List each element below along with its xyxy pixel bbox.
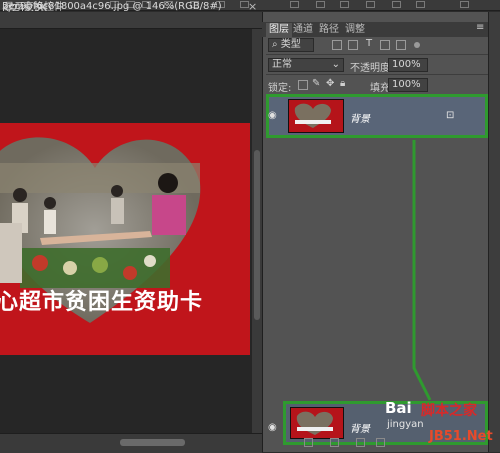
auto-align-icon[interactable] <box>290 1 299 8</box>
fill-input[interactable]: 100% <box>388 78 428 92</box>
tab-adjustments[interactable]: 调整 <box>342 23 368 37</box>
annotation-arrow-line <box>412 140 432 401</box>
image-caption: 心超市贫困生资助卡 <box>0 289 204 315</box>
filter-shape-icon[interactable] <box>380 40 390 50</box>
chevron-down-icon: ⌄ <box>331 59 340 70</box>
3d-rotate-icon[interactable] <box>340 1 349 8</box>
fill-value: 100% <box>392 79 421 90</box>
3d-scale-icon[interactable] <box>460 1 469 8</box>
opacity-input[interactable]: 100% <box>388 58 428 72</box>
filter-smart-object-icon[interactable] <box>396 40 406 50</box>
lock-icon: ⊡ <box>446 110 455 121</box>
market-heart-image <box>0 123 250 355</box>
3d-pan-icon[interactable] <box>392 1 401 8</box>
lock-all-icon[interactable]: 🔒︎ <box>340 78 345 89</box>
new-adjustment-icon[interactable] <box>376 438 385 447</box>
filter-kind-value: 类型 <box>280 39 301 50</box>
filter-kind-select[interactable]: ⌕ 类型 <box>268 38 314 52</box>
thumbnail-image <box>289 100 343 132</box>
eye-icon[interactable]: ◉ <box>268 110 277 121</box>
lock-position-icon[interactable]: ✥ <box>326 78 334 89</box>
thumbnail-image <box>291 408 343 438</box>
lock-transparent-icon[interactable] <box>298 80 308 90</box>
eye-icon[interactable]: ◉ <box>268 422 277 433</box>
add-mask-icon[interactable] <box>356 438 365 447</box>
add-style-icon[interactable] <box>330 438 339 447</box>
filter-pixel-icon[interactable] <box>332 40 342 50</box>
layer-thumbnail <box>290 407 344 439</box>
side-panel-strip <box>488 12 500 452</box>
layer-name[interactable]: 背景 <box>350 420 370 435</box>
tab-layers[interactable]: 图层 <box>266 23 292 37</box>
filter-type-icon[interactable]: T <box>366 38 372 49</box>
layers-panel <box>262 12 500 452</box>
layer-name[interactable]: 背景 <box>350 110 370 125</box>
blend-mode-select[interactable]: 正常 ⌄ <box>268 58 344 72</box>
3d-roll-icon[interactable] <box>366 1 375 8</box>
tab-channels[interactable]: 通道 <box>290 23 316 37</box>
filter-toggle-icon[interactable] <box>414 42 420 48</box>
lock-label: 锁定: <box>268 83 292 94</box>
divider <box>266 54 488 55</box>
document-tab[interactable] <box>0 12 262 29</box>
close-tab-icon[interactable]: × <box>248 0 257 13</box>
blend-mode-value: 正常 <box>272 59 292 70</box>
tab-paths[interactable]: 路径 <box>316 23 342 37</box>
layer-thumbnail <box>288 99 344 133</box>
filter-adjustment-icon[interactable] <box>348 40 358 50</box>
search-icon: ⌕ <box>272 39 281 50</box>
document-image[interactable]: 心超市贫困生资助卡 <box>0 123 250 355</box>
horizontal-scrollbar-thumb[interactable] <box>120 439 185 446</box>
vertical-scrollbar-thumb[interactable] <box>254 150 260 320</box>
lock-image-icon[interactable]: ✎ <box>312 78 320 89</box>
doc-size-readout[interactable]: K/246.5K <box>2 3 47 14</box>
3d-slide-icon[interactable] <box>416 1 425 8</box>
opacity-value: 100% <box>392 59 421 70</box>
opacity-label: 不透明度: <box>350 63 394 74</box>
3d-mode-icon[interactable] <box>316 1 325 8</box>
link-layers-icon[interactable] <box>304 438 313 447</box>
divider <box>266 74 488 75</box>
panel-menu-icon[interactable]: ≡ <box>476 22 484 33</box>
